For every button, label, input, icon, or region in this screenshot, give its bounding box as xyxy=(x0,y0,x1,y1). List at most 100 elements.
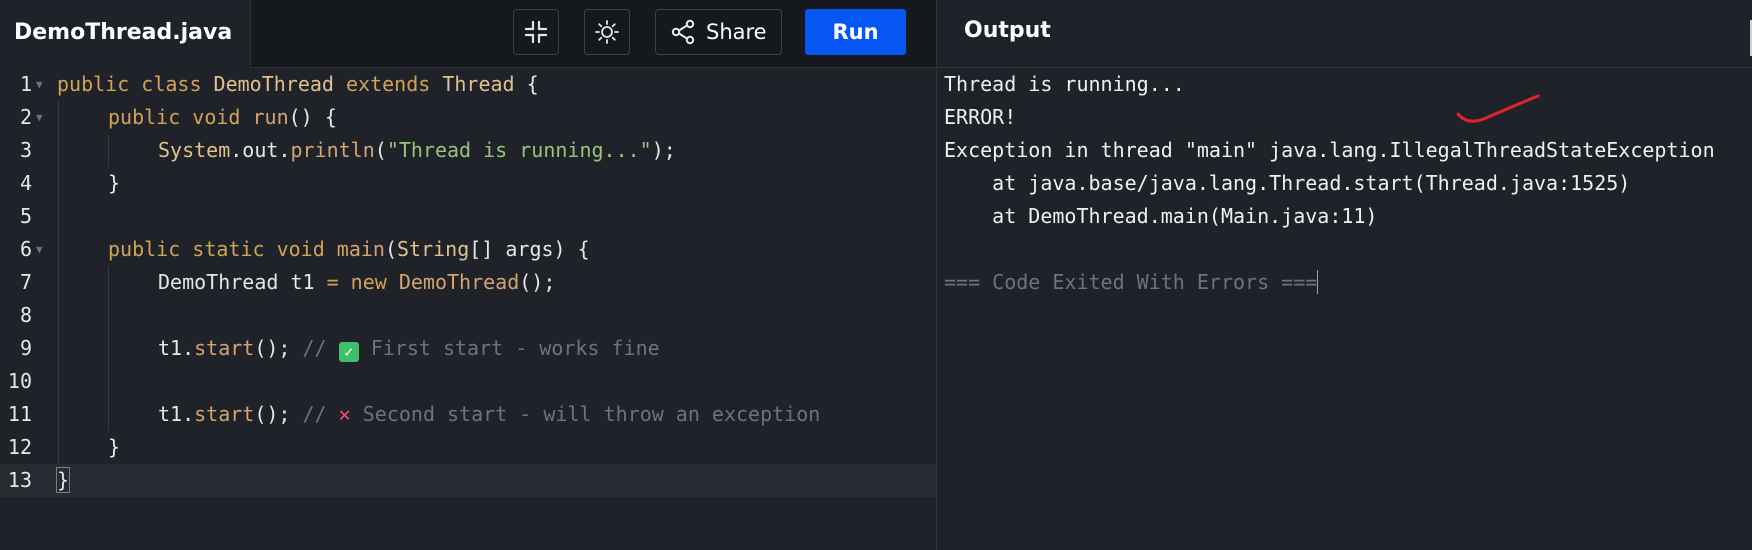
text-cursor xyxy=(1317,270,1319,294)
keyword: public void xyxy=(108,105,253,129)
code-text: } xyxy=(108,171,121,195)
code-line: 4 } xyxy=(0,167,936,200)
line-number: 4 xyxy=(19,171,32,195)
code-text: } xyxy=(55,464,71,497)
exit-status-text: === Code Exited With Errors === xyxy=(944,270,1318,294)
method-name: start xyxy=(194,336,255,360)
top-bar: DemoThread.java Share Run Output xyxy=(0,0,1752,68)
line-number: 9 xyxy=(19,336,32,360)
share-icon xyxy=(671,19,695,45)
class-name: String xyxy=(397,237,470,261)
code-rest: t1. xyxy=(158,402,195,426)
code-line: 6 ▼ public static void main(String[] arg… xyxy=(0,233,936,266)
code-rest: [] args) { xyxy=(469,237,590,261)
minimize-button[interactable] xyxy=(513,9,559,55)
indent-guide xyxy=(108,134,109,167)
toolbar: Share Run xyxy=(250,0,936,68)
indent-guide xyxy=(108,266,109,299)
run-button[interactable]: Run xyxy=(805,9,906,55)
sun-icon xyxy=(595,20,619,44)
code-editor[interactable]: 1 ▼ public class DemoThread extends Thre… xyxy=(0,68,936,550)
code-line: 11 t1.start(); // ✕ Second start - will … xyxy=(0,398,936,431)
code-line: 1 ▼ public class DemoThread extends Thre… xyxy=(0,68,936,101)
code-line: 8 xyxy=(0,299,936,332)
line-number: 2 xyxy=(19,105,32,129)
indent-guide xyxy=(108,365,109,398)
share-button[interactable]: Share xyxy=(655,9,782,55)
operator: = xyxy=(326,270,339,294)
indent-guide xyxy=(58,299,59,332)
class-name: DemoThread xyxy=(213,72,334,96)
code-rest: DemoThread t1 xyxy=(158,270,327,294)
code-text: DemoThread t1 = new DemoThread(); xyxy=(158,266,555,299)
code-rest: () { xyxy=(288,105,337,129)
output-line: Thread is running... xyxy=(944,72,1185,96)
line-number: 10 xyxy=(7,369,32,393)
line-number: 3 xyxy=(19,138,32,162)
code-rest: .out. xyxy=(230,138,291,162)
code-text: public static void main(String[] args) { xyxy=(108,233,590,266)
line-number: 6 xyxy=(19,237,32,261)
code-text: } xyxy=(108,435,121,459)
indent-guide xyxy=(58,167,59,200)
code-rest: ( xyxy=(374,138,387,162)
line-number: 1 xyxy=(19,72,32,96)
keyword: extends xyxy=(333,72,443,96)
output-line: at DemoThread.main(Main.java:11) xyxy=(944,204,1378,228)
output-line: Exception in thread "main" java.lang.Ill… xyxy=(944,138,1715,162)
check-mark-icon: ✓ xyxy=(338,342,359,362)
indent-guide xyxy=(58,431,59,464)
output-line: ERROR! xyxy=(944,105,1017,129)
keyword: public static void xyxy=(108,237,337,261)
method-name: println xyxy=(290,138,375,162)
brace: { xyxy=(514,72,539,96)
indent-guide xyxy=(58,200,59,233)
line-number: 12 xyxy=(7,435,32,459)
comment-text: First start - works fine xyxy=(358,336,660,360)
line-number: 7 xyxy=(19,270,32,294)
code-rest: (); xyxy=(254,336,303,360)
indent-guide xyxy=(108,398,109,431)
indent-guide xyxy=(58,332,59,365)
fold-arrow-icon[interactable]: ▼ xyxy=(36,233,43,266)
keyword: new xyxy=(338,270,399,294)
comment-marker: // xyxy=(302,402,327,426)
code-text: System.out.println("Thread is running...… xyxy=(158,134,676,167)
code-rest: (); xyxy=(254,402,303,426)
code-text: t1.start(); // ✕ Second start - will thr… xyxy=(158,398,820,431)
theme-toggle-button[interactable] xyxy=(584,9,630,55)
class-name: Thread xyxy=(442,72,515,96)
code-rest: ); xyxy=(651,138,676,162)
line-number: 13 xyxy=(7,468,32,492)
file-name: DemoThread.java xyxy=(0,0,250,66)
line-number: 11 xyxy=(7,402,32,426)
comment-text: Second start - will throw an exception xyxy=(350,402,821,426)
output-title: Output xyxy=(964,18,1051,43)
indent-guide xyxy=(58,134,59,167)
fold-arrow-icon[interactable]: ▼ xyxy=(36,101,43,134)
class-name: System xyxy=(158,138,231,162)
class-name: DemoThread xyxy=(398,270,520,294)
indent-guide xyxy=(108,332,109,365)
code-line: 10 xyxy=(0,365,936,398)
comment-marker: // xyxy=(302,336,327,360)
string-literal: "Thread is running..." xyxy=(386,138,652,162)
share-label: Share xyxy=(706,20,767,44)
output-header: Output xyxy=(936,0,1752,68)
code-rest: (); xyxy=(519,270,556,294)
method-name: start xyxy=(194,402,255,426)
code-line: 12 } xyxy=(0,431,936,464)
code-line: 3 System.out.println("Thread is running.… xyxy=(0,134,936,167)
code-text: public void run() { xyxy=(108,101,337,134)
code-rest: ( xyxy=(384,237,397,261)
code-rest: t1. xyxy=(158,336,195,360)
keyword: public class xyxy=(57,72,214,96)
code-line-active: 13 } xyxy=(0,464,936,497)
output-panel[interactable]: Thread is running... ERROR! Exception in… xyxy=(936,68,1752,550)
code-text: public class DemoThread extends Thread { xyxy=(57,68,539,101)
exit-status-line: === Code Exited With Errors === xyxy=(944,266,1319,299)
method-name: run xyxy=(252,105,289,129)
code-line: 9 t1.start(); // ✓ First start - works f… xyxy=(0,332,936,365)
fold-arrow-icon[interactable]: ▼ xyxy=(36,68,43,101)
code-line: 5 xyxy=(0,200,936,233)
